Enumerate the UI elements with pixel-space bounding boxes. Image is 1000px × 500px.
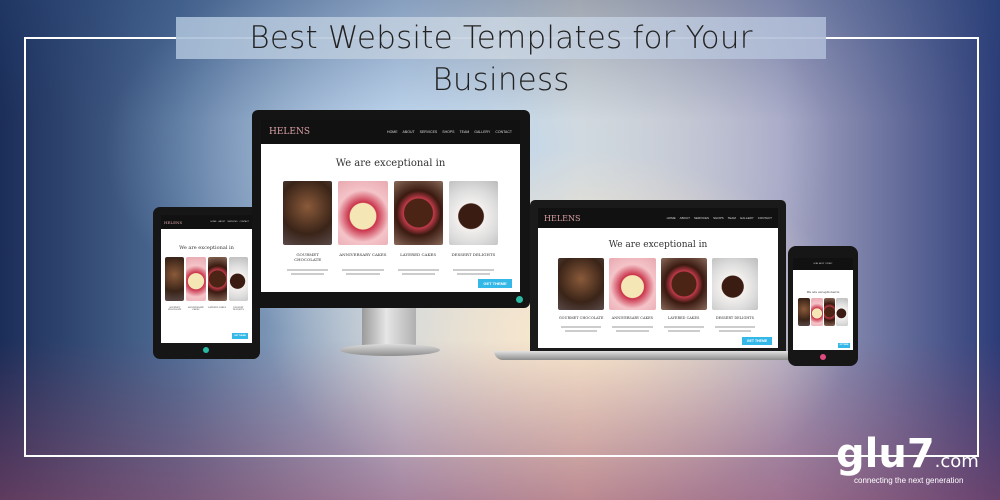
monitor-device: HELENS HOME ABOUT SERVICES SHOPS TEAM GA… bbox=[252, 110, 530, 308]
monitor-nav-home[interactable]: HOME bbox=[387, 130, 398, 134]
tablet-card-title: GOURMET CHOCOLATE bbox=[167, 307, 182, 311]
monitor-card-text bbox=[449, 267, 498, 277]
phone-card-image-anniversary bbox=[810, 298, 823, 326]
glu7-logo: glu7.com connecting the next generation bbox=[836, 431, 979, 492]
laptop-brand: HELENS bbox=[544, 213, 581, 223]
monitor-screen: HELENS HOME ABOUT SERVICES SHOPS TEAM GA… bbox=[261, 120, 520, 292]
phone-screen: HOME ABOUT CONTACT We are exceptional in… bbox=[793, 258, 853, 350]
tablet-screen: HELENS HOME ABOUT SERVICES CONTACT We ar… bbox=[161, 215, 252, 343]
phone-card-image-chocolate bbox=[798, 298, 810, 326]
laptop-device: HELENS HOME ABOUT SERVICES SHOPS TEAM GA… bbox=[530, 200, 786, 352]
banner-title: Best Website Templates for Your Business bbox=[176, 17, 826, 98]
laptop-card-title: LAYERED CAKES bbox=[667, 316, 700, 320]
tablet-heading: We are exceptional in bbox=[179, 245, 234, 251]
monitor-card-image-dessert bbox=[448, 181, 498, 245]
monitor-brand: HELENS bbox=[269, 127, 311, 137]
phone-card-image-dessert bbox=[836, 298, 848, 326]
laptop-screen: HELENS HOME ABOUT SERVICES SHOPS TEAM GA… bbox=[538, 208, 778, 348]
phone-device: HOME ABOUT CONTACT We are exceptional in… bbox=[788, 246, 858, 366]
laptop-nav-gallery[interactable]: GALLERY bbox=[740, 216, 754, 220]
monitor-stand-neck bbox=[362, 308, 416, 346]
monitor-card-image-chocolate bbox=[283, 181, 333, 245]
laptop-card-title: DESSERT DELIGHTS bbox=[715, 316, 755, 320]
laptop-card-text bbox=[558, 324, 604, 334]
laptop-card-text bbox=[609, 324, 655, 334]
tablet-card-image-dessert bbox=[228, 257, 248, 301]
monitor-power-icon[interactable] bbox=[516, 296, 523, 303]
phone-nav-about[interactable]: ABOUT bbox=[819, 264, 824, 265]
laptop-card-image-chocolate bbox=[558, 258, 605, 310]
monitor-nav-gallery[interactable]: GALLERY bbox=[474, 130, 490, 134]
tablet-card-title: ANNIVERSARY CAKES bbox=[188, 307, 204, 311]
laptop-card-image-dessert bbox=[711, 258, 758, 310]
monitor-nav-shops[interactable]: SHOPS bbox=[442, 130, 454, 134]
tablet-card-title: LAYERED CAKES bbox=[208, 307, 227, 309]
monitor-card-title: ANNIVERSARY CAKES bbox=[339, 252, 387, 257]
monitor-card-title: GOURMET CHOCOLATE bbox=[294, 252, 322, 262]
tablet-card-image-anniversary bbox=[186, 257, 206, 301]
glu7-logo-tagline: connecting the next generation bbox=[854, 476, 964, 485]
tablet-get-theme-button[interactable]: GET THEME bbox=[232, 333, 248, 339]
laptop-nav-services[interactable]: SERVICES bbox=[694, 216, 709, 220]
monitor-card-text bbox=[338, 267, 387, 277]
monitor-stand-base bbox=[340, 344, 440, 356]
laptop-card-title: ANNIVERSARY CAKES bbox=[611, 316, 654, 320]
monitor-card-text bbox=[394, 267, 443, 277]
phone-get-theme-button[interactable]: GET THEME bbox=[838, 343, 850, 348]
monitor-nav-contact[interactable]: CONTACT bbox=[495, 130, 512, 134]
tablet-card-title: DESSERT DELIGHTS bbox=[232, 307, 244, 311]
phone-heading: We are exceptional in bbox=[806, 290, 840, 294]
phone-nav-contact[interactable]: CONTACT bbox=[825, 264, 832, 265]
phone-home-button[interactable] bbox=[820, 354, 826, 360]
tablet-nav-services[interactable]: SERVICES bbox=[227, 221, 237, 223]
laptop-nav-contact[interactable]: CONTACT bbox=[758, 216, 772, 220]
laptop-nav-team[interactable]: TEAM bbox=[728, 216, 736, 220]
laptop-card-title: GOURMET CHOCOLATE bbox=[558, 316, 604, 320]
monitor-get-theme-button[interactable]: GET THEME bbox=[478, 279, 512, 288]
monitor-card-title: DESSERT DELIGHTS bbox=[451, 252, 496, 257]
monitor-nav-team[interactable]: TEAM bbox=[460, 130, 470, 134]
laptop-base bbox=[494, 351, 822, 360]
laptop-card-text bbox=[661, 324, 707, 334]
glu7-logo-suffix: .com bbox=[934, 451, 979, 472]
laptop-nav-shops[interactable]: SHOPS bbox=[713, 216, 724, 220]
monitor-card-text bbox=[283, 267, 332, 277]
monitor-nav-services[interactable]: SERVICES bbox=[420, 130, 438, 134]
monitor-nav-about[interactable]: ABOUT bbox=[403, 130, 415, 134]
laptop-heading: We are exceptional in bbox=[608, 240, 708, 250]
laptop-card-image-layered bbox=[660, 258, 707, 310]
laptop-nav-home[interactable]: HOME bbox=[667, 216, 676, 220]
laptop-get-theme-button[interactable]: GET THEME bbox=[742, 337, 772, 345]
monitor-card-image-layered bbox=[393, 181, 443, 245]
tablet-nav-about[interactable]: ABOUT bbox=[219, 221, 226, 223]
tablet-card-image-chocolate bbox=[165, 257, 185, 301]
phone-nav-home[interactable]: HOME bbox=[814, 264, 819, 265]
monitor-card-image-anniversary bbox=[338, 181, 388, 245]
monitor-card-title: LAYERED CAKES bbox=[400, 252, 437, 257]
laptop-card-image-anniversary bbox=[609, 258, 656, 310]
glu7-logo-text: glu7 bbox=[836, 431, 935, 477]
monitor-heading: We are exceptional in bbox=[335, 158, 446, 169]
tablet-nav-home[interactable]: HOME bbox=[211, 221, 217, 223]
tablet-home-button[interactable] bbox=[203, 347, 209, 353]
tablet-card-image-layered bbox=[207, 257, 227, 301]
laptop-card-text bbox=[712, 324, 758, 334]
laptop-nav-about[interactable]: ABOUT bbox=[680, 216, 690, 220]
tablet-device: HELENS HOME ABOUT SERVICES CONTACT We ar… bbox=[153, 207, 260, 359]
tablet-nav-contact[interactable]: CONTACT bbox=[239, 221, 249, 223]
phone-card-image-layered bbox=[823, 298, 836, 326]
tablet-brand: HELENS bbox=[164, 219, 183, 225]
